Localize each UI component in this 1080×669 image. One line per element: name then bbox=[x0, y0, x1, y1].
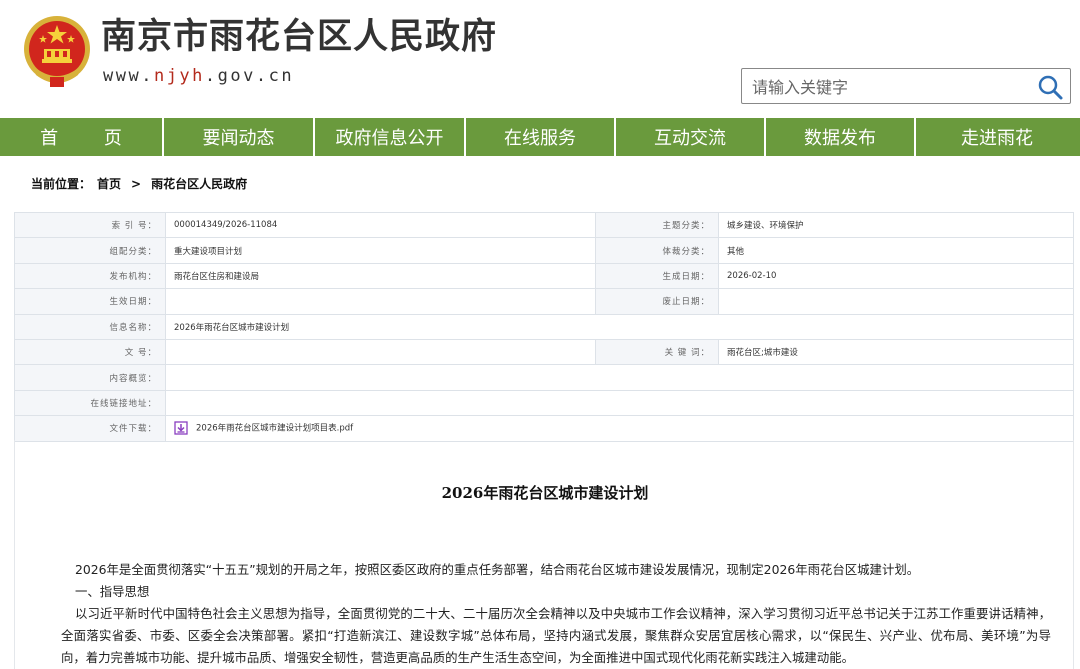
keywords-label: 关 键 词： bbox=[595, 338, 719, 366]
url-domain: njyh bbox=[153, 66, 205, 86]
category-label: 组配分类： bbox=[14, 237, 166, 264]
table-row: 在线链接地址： bbox=[14, 389, 1074, 417]
link-value bbox=[165, 389, 1074, 417]
table-row: 发布机构： 雨花台区住房和建设局 生成日期： 2026-02-10 bbox=[14, 262, 1074, 290]
table-row: 内容概览： bbox=[14, 364, 1074, 391]
nav-data-release[interactable]: 数据发布 bbox=[766, 118, 916, 156]
name-value: 2026年雨花台区城市建设计划 bbox=[165, 313, 1074, 340]
download-cell: 2026年雨花台区城市建设计划项目表.pdf bbox=[165, 415, 1074, 442]
abolished-value bbox=[718, 288, 1074, 315]
genre-value: 其他 bbox=[718, 237, 1074, 264]
main-nav: 首 页 要闻动态 政府信息公开 在线服务 互动交流 数据发布 走进雨花 bbox=[0, 118, 1080, 156]
publisher-label: 发布机构： bbox=[14, 262, 166, 290]
effective-label: 生效日期： bbox=[14, 288, 166, 315]
publisher-value: 雨花台区住房和建设局 bbox=[165, 262, 596, 290]
topic-label: 主题分类： bbox=[595, 211, 719, 239]
table-row: 生效日期： 废止日期： bbox=[14, 288, 1074, 315]
table-row: 组配分类： 重大建设项目计划 体裁分类： 其他 bbox=[14, 237, 1074, 264]
topic-value: 城乡建设、环境保护 bbox=[718, 211, 1074, 239]
site-title: 南京市雨花台区人民政府 bbox=[101, 17, 498, 57]
docno-value bbox=[165, 338, 596, 366]
breadcrumb-current[interactable]: 雨花台区人民政府 bbox=[151, 175, 247, 192]
link-label: 在线链接地址： bbox=[14, 389, 166, 417]
nav-interaction[interactable]: 互动交流 bbox=[616, 118, 766, 156]
article-body-1: 以习近平新时代中国特色社会主义思想为指导，全面贯彻党的二十大、二十届历次全会精神… bbox=[61, 606, 1051, 665]
article-content: 2026年雨花台区城市建设计划 2026年是全面贯彻落实“十五五”规划的开局之年… bbox=[14, 440, 1074, 669]
search-input[interactable] bbox=[752, 75, 1022, 99]
download-file-link[interactable]: 2026年雨花台区城市建设计划项目表.pdf bbox=[196, 424, 353, 434]
info-metadata-table: 索 引 号： 000014349/2026-11084 主题分类： 城乡建设、环… bbox=[14, 211, 1074, 442]
nav-home[interactable]: 首 页 bbox=[0, 118, 164, 156]
breadcrumb: 当前位置： 首页 > 雨花台区人民政府 bbox=[31, 175, 247, 192]
article-heading-1: 一、指导思想 bbox=[75, 584, 150, 599]
national-emblem-icon[interactable] bbox=[22, 13, 92, 89]
search-button[interactable] bbox=[1036, 73, 1064, 101]
nav-about-yuhua[interactable]: 走进雨花 bbox=[916, 118, 1078, 156]
article-title: 2026年雨花台区城市建设计划 bbox=[441, 484, 649, 502]
nav-online-service[interactable]: 在线服务 bbox=[466, 118, 616, 156]
table-row: 文件下载： 2026年雨花台区城市建设计划项目表.pdf bbox=[14, 415, 1074, 442]
table-row: 信息名称： 2026年雨花台区城市建设计划 bbox=[14, 313, 1074, 340]
keywords-value: 雨花台区;城市建设 bbox=[718, 338, 1074, 366]
search-icon bbox=[1038, 75, 1063, 100]
breadcrumb-label: 当前位置： bbox=[31, 177, 92, 191]
created-label: 生成日期： bbox=[595, 262, 719, 290]
download-label: 文件下载： bbox=[14, 415, 166, 442]
article-intro: 2026年是全面贯彻落实“十五五”规划的开局之年，按照区委区政府的重点任务部署，… bbox=[75, 562, 920, 577]
nav-news[interactable]: 要闻动态 bbox=[164, 118, 315, 156]
index-label: 索 引 号： bbox=[14, 211, 166, 239]
download-file-icon[interactable] bbox=[174, 421, 188, 435]
url-suffix: .gov.cn bbox=[204, 66, 295, 86]
created-value: 2026-02-10 bbox=[718, 262, 1074, 290]
nav-gov-info[interactable]: 政府信息公开 bbox=[315, 118, 466, 156]
genre-label: 体裁分类： bbox=[595, 237, 719, 264]
site-url[interactable]: www.njyh.gov.cn bbox=[103, 66, 294, 86]
site-header: 南京市雨花台区人民政府 www.njyh.gov.cn bbox=[0, 0, 1080, 118]
name-label: 信息名称： bbox=[14, 313, 166, 340]
breadcrumb-home[interactable]: 首页 bbox=[97, 175, 121, 192]
summary-value bbox=[165, 364, 1074, 391]
table-row: 文 号： 关 键 词： 雨花台区;城市建设 bbox=[14, 338, 1074, 366]
index-value: 000014349/2026-11084 bbox=[165, 211, 596, 239]
category-value: 重大建设项目计划 bbox=[165, 237, 596, 264]
abolished-label: 废止日期： bbox=[595, 288, 719, 315]
search-box bbox=[741, 68, 1071, 104]
summary-label: 内容概览： bbox=[14, 364, 166, 391]
docno-label: 文 号： bbox=[14, 338, 166, 366]
url-prefix: www. bbox=[103, 66, 154, 86]
table-row: 索 引 号： 000014349/2026-11084 主题分类： 城乡建设、环… bbox=[14, 211, 1074, 239]
effective-value bbox=[165, 288, 596, 315]
breadcrumb-separator: > bbox=[131, 176, 142, 191]
